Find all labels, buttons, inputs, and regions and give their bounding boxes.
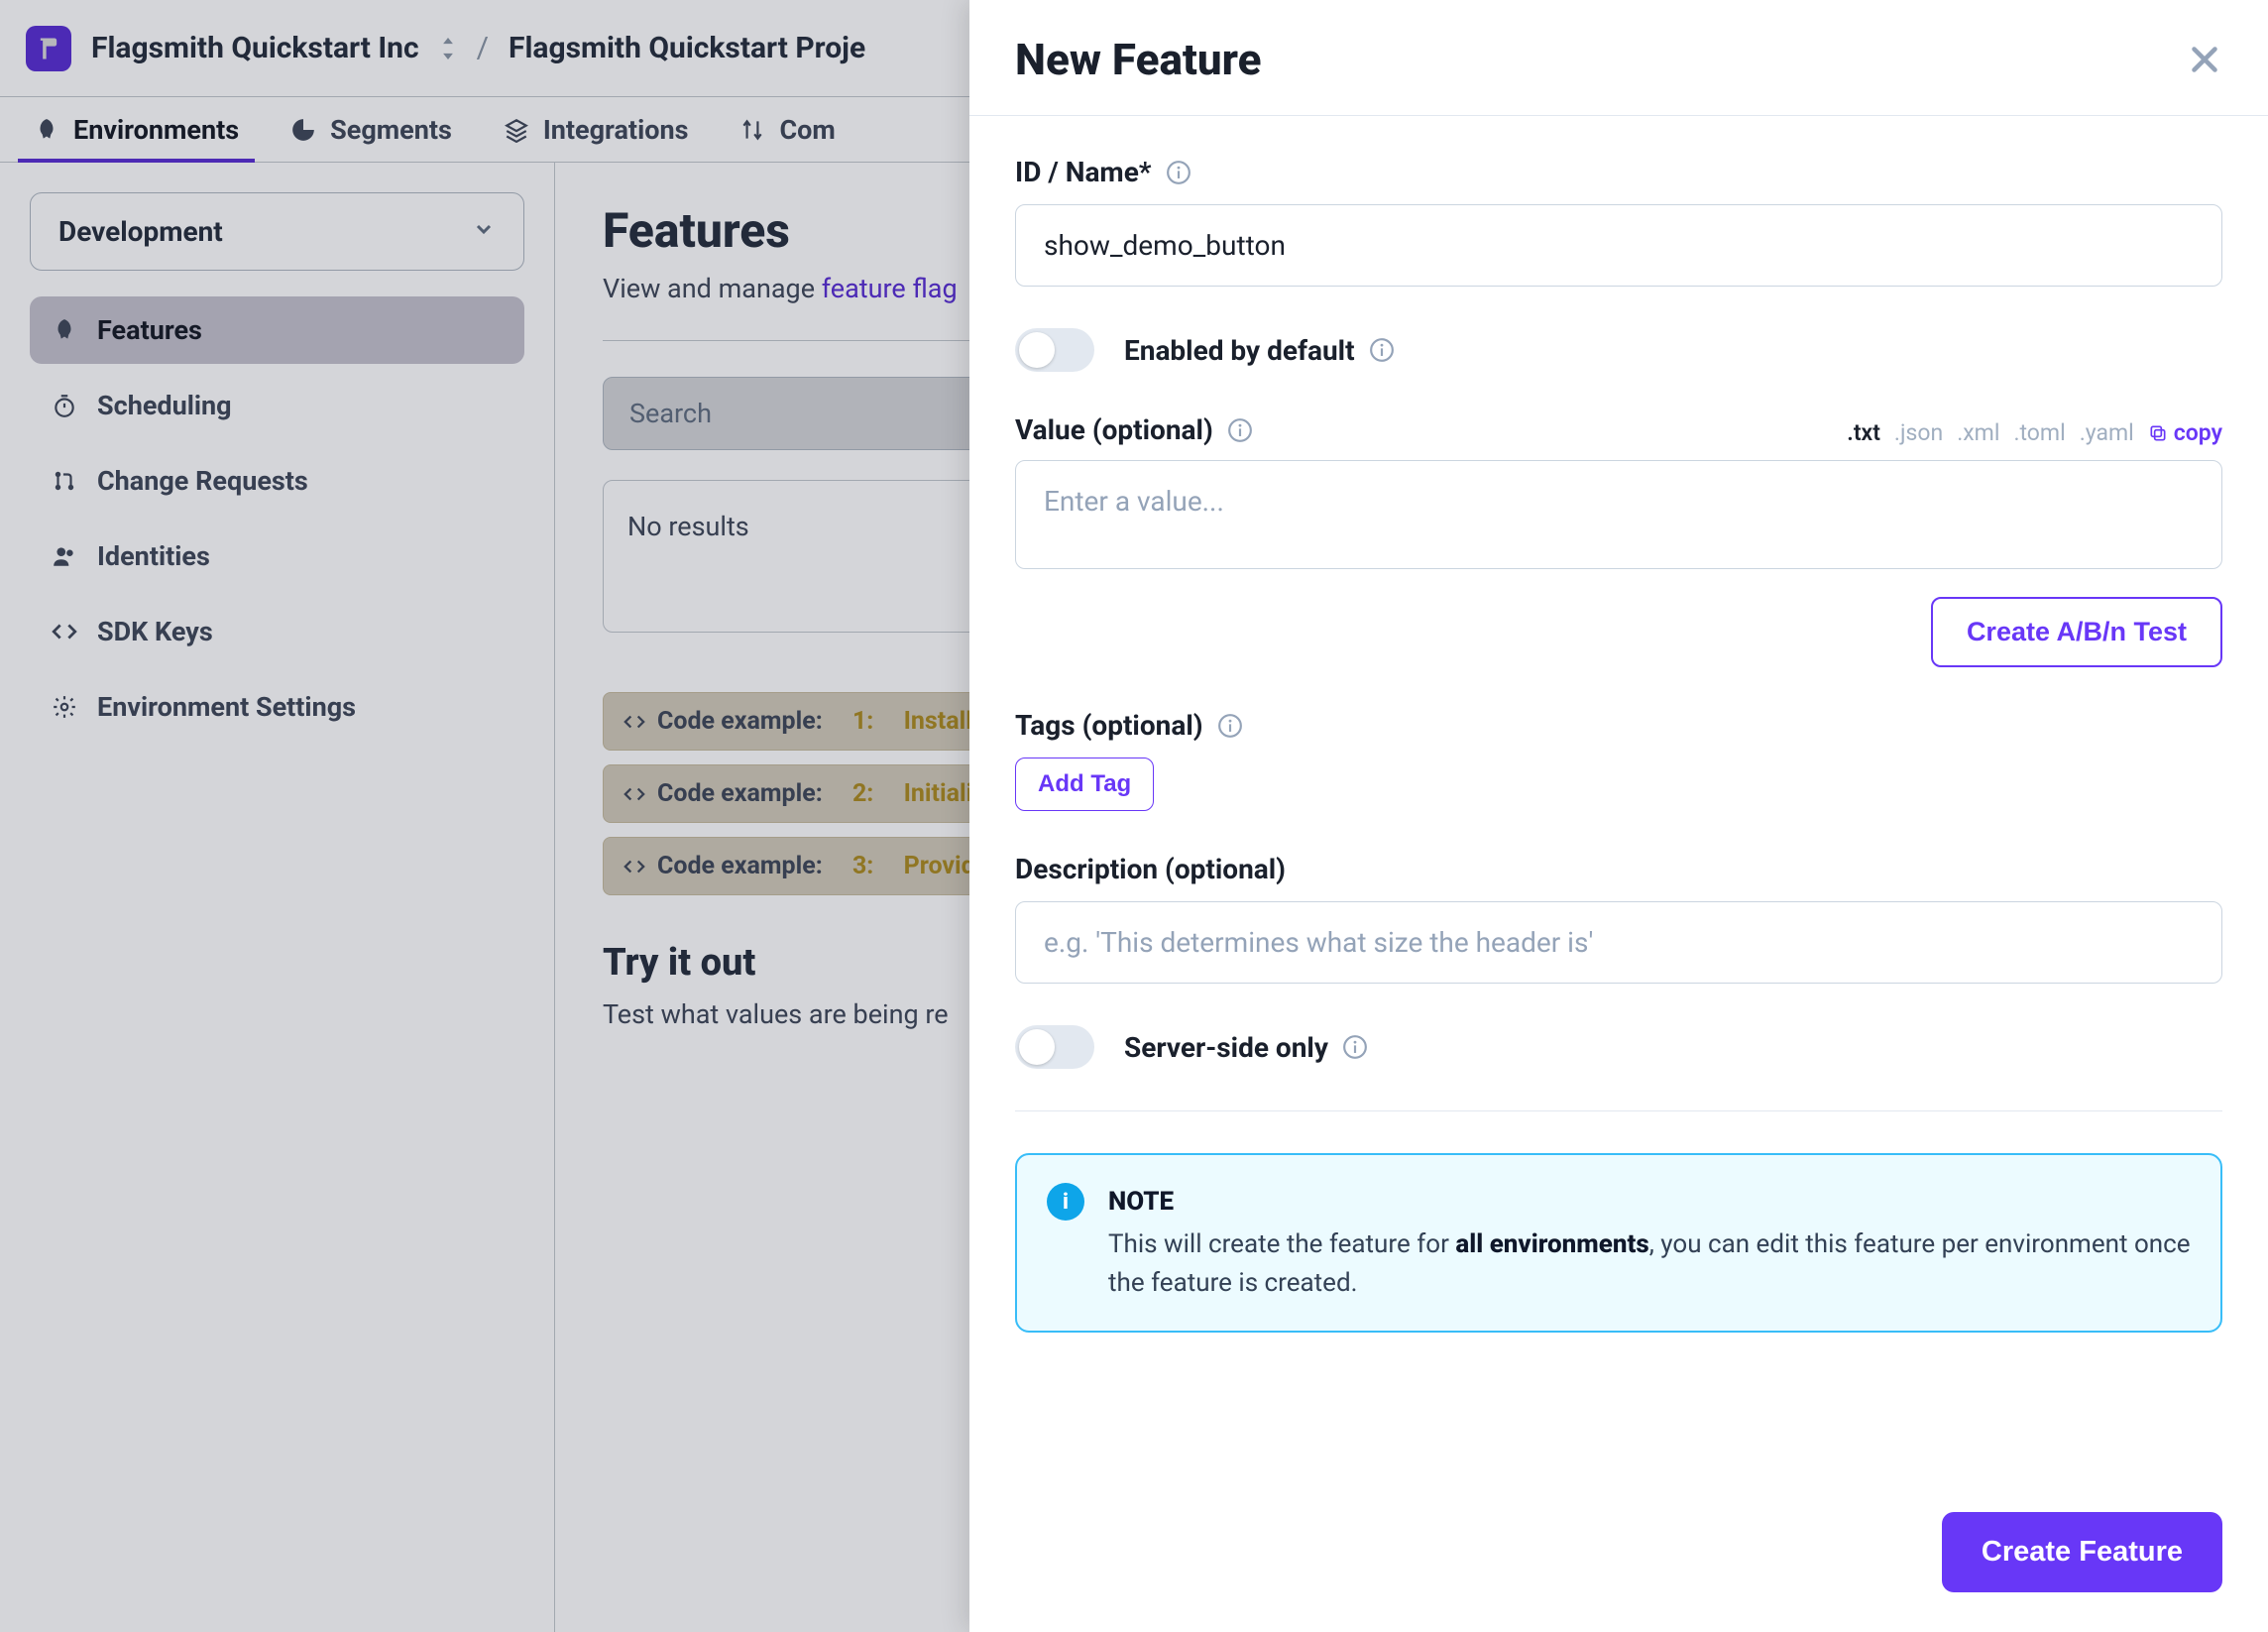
copy-icon [2148,423,2168,443]
info-icon[interactable] [1369,337,1395,363]
id-name-input[interactable] [1015,204,2222,287]
copy-button[interactable]: copy [2148,419,2222,446]
info-icon[interactable] [1217,713,1243,739]
close-icon[interactable] [2187,42,2222,77]
add-tag-button[interactable]: Add Tag [1015,758,1154,811]
value-input[interactable] [1015,460,2222,569]
new-feature-panel: New Feature ID / Name* Enabled by defaul… [969,0,2268,1632]
enabled-by-default-label: Enabled by default [1124,334,1355,367]
info-icon: i [1047,1183,1084,1221]
server-side-only-label: Server-side only [1124,1031,1328,1064]
create-ab-test-button[interactable]: Create A/B/n Test [1931,597,2222,667]
enabled-by-default-toggle[interactable] [1015,328,1094,372]
tags-label: Tags (optional) [1015,709,1203,742]
format-xml[interactable]: .xml [1957,419,1999,446]
value-label: Value (optional) [1015,413,1213,446]
note-text: This will create the feature for all env… [1108,1225,2191,1303]
info-icon[interactable] [1166,160,1191,185]
note-title: NOTE [1108,1183,2191,1222]
value-format-tabs: .txt .json .xml .toml .yaml copy [1847,419,2222,446]
info-icon[interactable] [1342,1034,1368,1060]
description-input[interactable] [1015,901,2222,984]
format-yaml[interactable]: .yaml [2080,419,2134,446]
server-side-only-toggle[interactable] [1015,1025,1094,1069]
format-txt[interactable]: .txt [1847,419,1880,446]
description-label: Description (optional) [1015,853,1286,885]
panel-title: New Feature [1015,34,1262,85]
note-callout: i NOTE This will create the feature for … [1015,1153,2222,1333]
create-feature-button[interactable]: Create Feature [1942,1512,2222,1592]
format-toml[interactable]: .toml [2013,419,2065,446]
format-json[interactable]: .json [1894,419,1943,446]
info-icon[interactable] [1227,417,1253,443]
id-name-label: ID / Name* [1015,156,1152,188]
